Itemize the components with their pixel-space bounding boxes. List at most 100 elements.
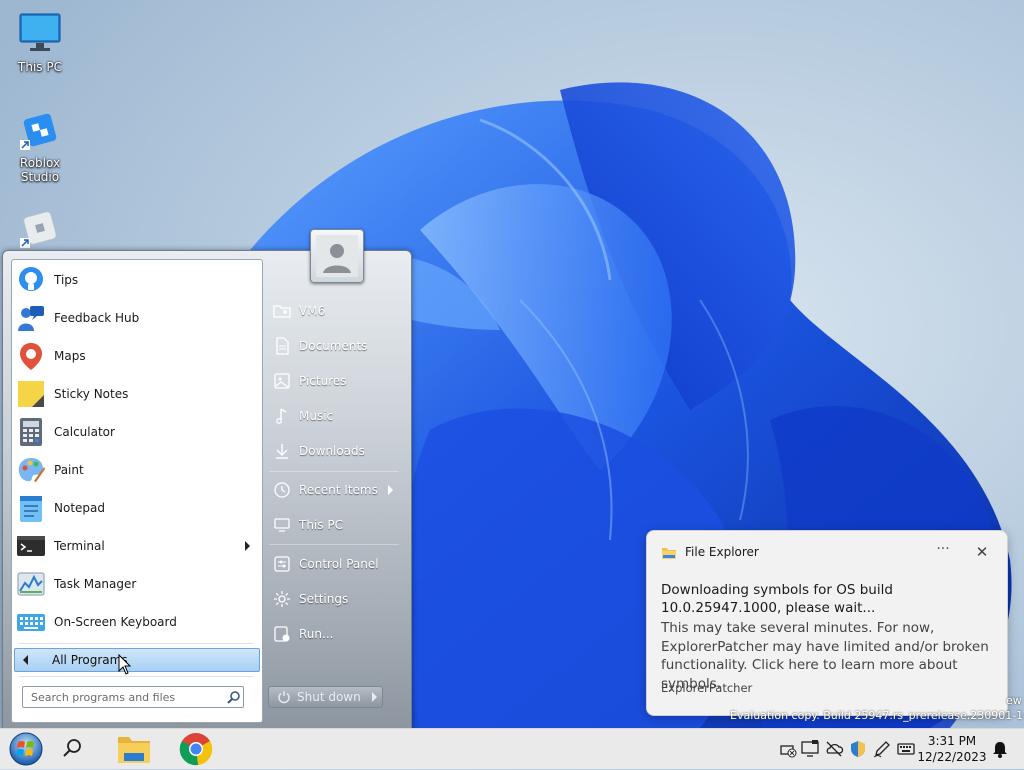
- programs-separator: [18, 643, 254, 644]
- program-item-sticky-notes[interactable]: Sticky Notes: [16, 376, 256, 412]
- clock-time: 3:31 PM: [927, 734, 977, 748]
- program-label: Calculator: [54, 425, 115, 439]
- pictures-icon: [274, 373, 290, 389]
- search-box[interactable]: [22, 686, 244, 708]
- program-item-maps[interactable]: Maps: [16, 338, 256, 374]
- program-label: Terminal: [54, 539, 105, 553]
- chrome-icon: [179, 733, 213, 766]
- keyboard-layout-icon[interactable]: [896, 739, 916, 759]
- program-item-terminal[interactable]: Terminal: [16, 528, 256, 564]
- links-separator: [269, 544, 399, 545]
- program-item-notepad[interactable]: Notepad: [16, 490, 256, 526]
- start-link-label: Downloads: [299, 444, 365, 458]
- user-avatar-icon: [316, 235, 358, 277]
- evaluation-watermark: Evaluation copy. Build 25947.rs_prerelea…: [730, 709, 1024, 722]
- links-separator: [269, 471, 399, 472]
- all-programs-button[interactable]: All Programs: [14, 648, 260, 672]
- windows-security-icon[interactable]: [848, 739, 868, 759]
- start-link-downloads[interactable]: Downloads: [267, 436, 401, 466]
- user-picture[interactable]: [310, 229, 364, 283]
- keyboard-icon: [16, 607, 46, 637]
- run-icon: [274, 626, 290, 642]
- display-icon[interactable]: [800, 739, 820, 759]
- notification-app-name: File Explorer: [685, 545, 759, 559]
- taskbar-clock[interactable]: 3:31 PM 12/22/2023: [914, 733, 990, 765]
- network-disconnected-icon[interactable]: [778, 739, 798, 759]
- start-link-pictures[interactable]: Pictures: [267, 366, 401, 396]
- notification-title: Downloading symbols for OS build 10.0.25…: [661, 582, 893, 616]
- user-folder-icon: [273, 305, 291, 318]
- start-link-this-pc[interactable]: This PC: [267, 510, 401, 540]
- program-label: On-Screen Keyboard: [54, 615, 177, 629]
- start-link-label: Run...: [299, 627, 334, 641]
- mouse-cursor-icon: [118, 654, 132, 675]
- program-item-calculator[interactable]: Calculator: [16, 414, 256, 450]
- desktop-icon-label: This PC: [18, 60, 62, 74]
- program-label: Feedback Hub: [54, 311, 140, 325]
- all-programs-label: All Programs: [52, 653, 128, 667]
- desktop-icon-label: Roblox Studio: [19, 156, 61, 184]
- program-item-feedback-hub[interactable]: Feedback Hub: [16, 300, 256, 336]
- start-link-label: VM6: [299, 304, 326, 318]
- taskbar-file-explorer[interactable]: [114, 731, 154, 767]
- desktop-icon-roblox-player[interactable]: [0, 206, 80, 254]
- start-link-label: This PC: [299, 518, 343, 532]
- start-link-label: Documents: [299, 339, 368, 353]
- shutdown-label: Shut down: [297, 690, 361, 704]
- roblox-player-icon: [18, 206, 62, 250]
- power-icon: [278, 691, 290, 704]
- feedback-hub-icon: [16, 303, 46, 333]
- start-link-run[interactable]: Run...: [267, 619, 401, 649]
- recent-items-icon: [274, 482, 290, 498]
- start-link-settings[interactable]: Settings: [267, 584, 401, 614]
- shutdown-options-button[interactable]: [367, 686, 383, 708]
- watermark-partial: ew: [1006, 694, 1022, 707]
- start-link-label: Recent Items: [299, 483, 378, 497]
- back-arrow-icon: [23, 655, 28, 665]
- program-item-on-screen-keyboard[interactable]: On-Screen Keyboard: [16, 604, 256, 640]
- program-item-paint[interactable]: Paint: [16, 452, 256, 488]
- start-link-documents[interactable]: Documents: [267, 331, 401, 361]
- maps-icon: [16, 341, 46, 371]
- search-icon[interactable]: [227, 690, 241, 704]
- search-separator: [18, 676, 254, 677]
- search-icon: [63, 739, 81, 757]
- start-link-recent-items[interactable]: Recent Items: [267, 475, 401, 505]
- downloads-icon: [276, 444, 288, 459]
- pen-icon[interactable]: [872, 739, 892, 759]
- start-link-label: Settings: [299, 592, 349, 606]
- calculator-icon: [16, 417, 46, 447]
- start-menu: Tips Feedback Hub Maps Sticky Notes Calc…: [2, 229, 412, 730]
- notepad-icon: [16, 493, 46, 523]
- desktop-icon-roblox-studio[interactable]: Roblox Studio: [0, 108, 80, 184]
- search-input[interactable]: [29, 689, 223, 705]
- close-icon[interactable]: ✕: [973, 543, 991, 561]
- notification-toast[interactable]: File Explorer ··· ✕ Downloading symbols …: [646, 530, 1008, 716]
- notification-attribution: ExplorerPatcher: [661, 681, 753, 695]
- start-link-label: Music: [299, 409, 334, 423]
- desktop-icon-this-pc[interactable]: This PC: [0, 12, 80, 74]
- program-item-task-manager[interactable]: Task Manager: [16, 566, 256, 602]
- chevron-right-icon: [372, 692, 377, 702]
- start-link-user-folder[interactable]: VM6: [267, 296, 401, 326]
- start-link-music[interactable]: Music: [267, 401, 401, 431]
- taskbar-chrome[interactable]: [176, 731, 216, 767]
- start-button[interactable]: [6, 731, 46, 767]
- program-label: Notepad: [54, 501, 105, 515]
- more-options-icon[interactable]: ···: [933, 541, 953, 561]
- notification-bell-icon[interactable]: [990, 739, 1010, 759]
- start-programs-pane: Tips Feedback Hub Maps Sticky Notes Calc…: [11, 259, 263, 723]
- start-orb-icon: [9, 732, 43, 766]
- submenu-arrow-icon: [245, 541, 250, 551]
- tips-icon: [16, 265, 46, 295]
- roblox-studio-icon: [18, 108, 62, 152]
- this-pc-icon: [274, 518, 290, 532]
- program-label: Sticky Notes: [54, 387, 129, 401]
- submenu-arrow-icon: [388, 485, 393, 495]
- taskbar-search-button[interactable]: [52, 731, 92, 767]
- start-link-label: Control Panel: [299, 557, 379, 571]
- start-link-control-panel[interactable]: Control Panel: [267, 549, 401, 579]
- onedrive-icon[interactable]: [824, 739, 844, 759]
- shutdown-button[interactable]: Shut down: [268, 686, 368, 708]
- program-item-tips[interactable]: Tips: [16, 262, 256, 298]
